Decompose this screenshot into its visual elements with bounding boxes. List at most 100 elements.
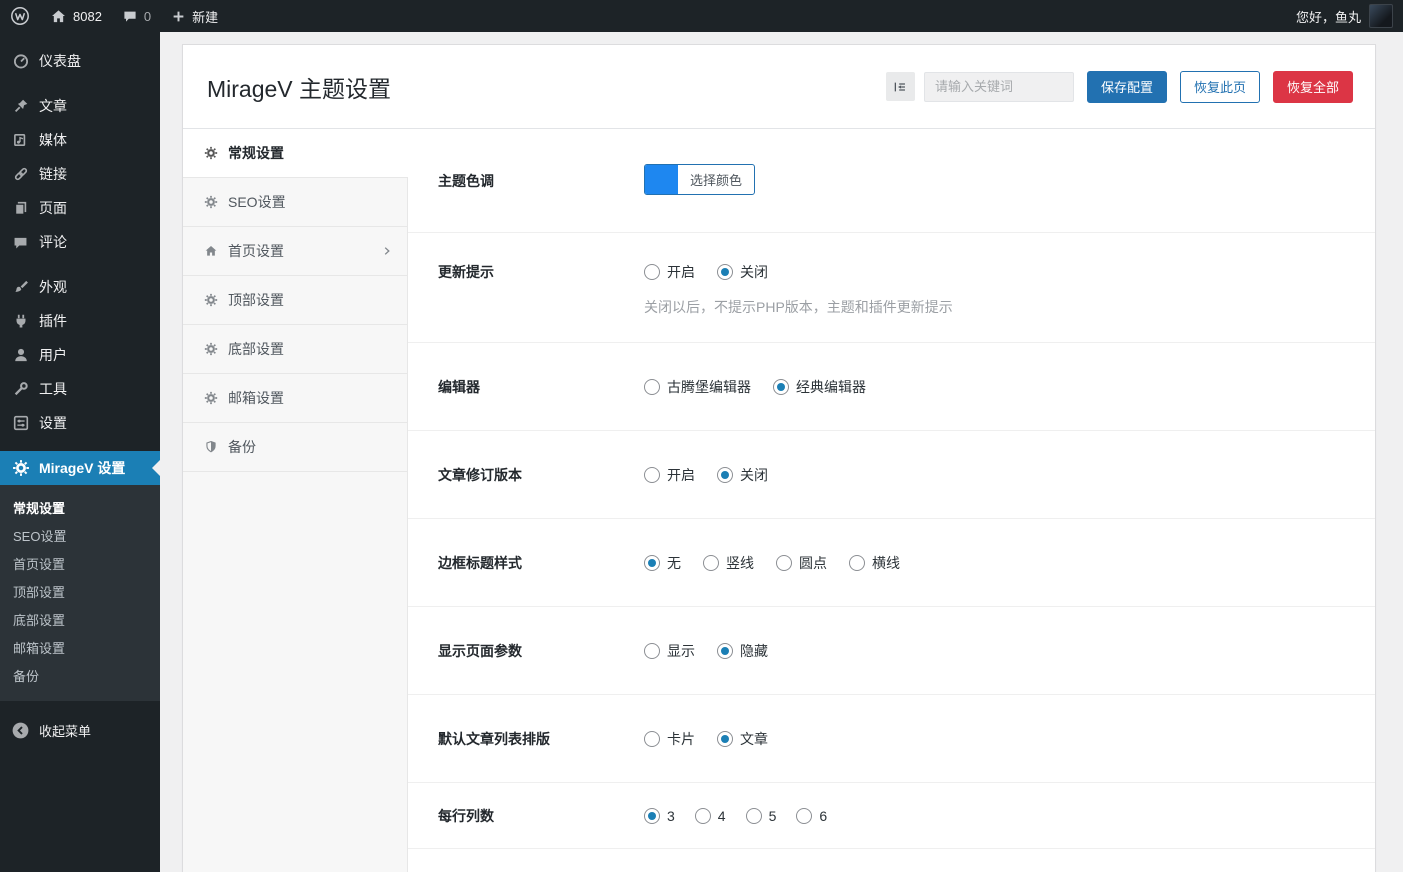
sidebar-item-links[interactable]: 链接 (0, 157, 160, 191)
radio-icon[interactable] (717, 642, 733, 659)
radio-icon[interactable] (776, 554, 792, 571)
restore-all-button[interactable]: 恢复全部 (1272, 70, 1353, 103)
search-input[interactable] (923, 71, 1074, 102)
radio-label: 横线 (872, 554, 900, 571)
radio-option[interactable]: 显示 (644, 641, 695, 661)
radio-option[interactable]: 经典编辑器 (773, 377, 866, 397)
tab-homepage[interactable]: 首页设置 (183, 227, 407, 276)
tab-general[interactable]: 常规设置 (183, 129, 408, 178)
radio-option[interactable]: 关闭 (717, 262, 768, 282)
tab-seo[interactable]: SEO设置 (183, 178, 407, 227)
radio-icon[interactable] (745, 807, 762, 824)
panel-header: MirageV 主题设置 保存配置 恢复此页 恢复全部 (183, 45, 1375, 129)
site-link[interactable]: 8082 (40, 0, 112, 32)
new-content-button[interactable]: 新建 (161, 0, 228, 32)
radio-option[interactable]: 文章 (717, 729, 768, 749)
wrench-icon (12, 380, 30, 398)
radio-option[interactable]: 横线 (849, 553, 900, 573)
radio-icon[interactable] (644, 807, 660, 824)
radio-icon[interactable] (644, 554, 660, 571)
tab-label: SEO设置 (228, 194, 286, 210)
radio-icon[interactable] (644, 378, 660, 395)
avatar[interactable] (1369, 4, 1393, 28)
settings-content: 主题色调 选择颜色 更新提示 开启 关闭 关闭以后，不提示PHP版本，主题和插件… (408, 129, 1375, 872)
submenu-item-general[interactable]: 常规设置 (0, 493, 160, 521)
radio-icon[interactable] (644, 466, 660, 483)
tab-backup[interactable]: 备份 (183, 423, 407, 472)
submenu-item-mail[interactable]: 邮箱设置 (0, 633, 160, 661)
sidebar-item-pages[interactable]: 页面 (0, 191, 160, 225)
sidebar-item-posts[interactable]: 文章 (0, 89, 160, 123)
radio-icon[interactable] (773, 378, 789, 395)
radio-option[interactable]: 关闭 (717, 465, 768, 485)
sidebar-item-comments[interactable]: 评论 (0, 225, 160, 259)
color-picker-button[interactable]: 选择颜色 (644, 164, 756, 195)
setting-row-page-params: 显示页面参数 显示 隐藏 (408, 607, 1375, 695)
radio-option[interactable]: 开启 (644, 262, 695, 282)
sidebar-item-settings[interactable]: 设置 (0, 406, 160, 440)
radio-icon[interactable] (849, 554, 865, 571)
submenu-item-backup[interactable]: 备份 (0, 661, 160, 689)
pin-icon (12, 97, 30, 115)
sidebar-item-dashboard[interactable]: 仪表盘 (0, 44, 160, 78)
radio-option[interactable]: 6 (796, 807, 827, 824)
radio-option[interactable]: 隐藏 (717, 641, 768, 661)
radio-icon[interactable] (717, 264, 733, 280)
sidebar-item-appearance[interactable]: 外观 (0, 270, 160, 304)
sidebar-item-label: 评论 (39, 234, 67, 250)
radio-option[interactable]: 无 (644, 553, 681, 573)
setting-row-post-list-layout: 默认文章列表排版 卡片 文章 (408, 695, 1375, 783)
radio-icon[interactable] (694, 807, 711, 824)
radio-option[interactable]: 开启 (644, 465, 695, 485)
radio-option[interactable]: 4 (694, 807, 726, 824)
radio-icon[interactable] (717, 466, 733, 483)
radio-option[interactable]: 卡片 (644, 729, 695, 749)
setting-label: 更新提示 (438, 264, 494, 280)
restore-page-button[interactable]: 恢复此页 (1179, 70, 1260, 103)
submenu-item-footer[interactable]: 底部设置 (0, 605, 160, 633)
radio-option[interactable]: 古腾堡编辑器 (644, 377, 751, 397)
comments-shortcut[interactable]: 0 (112, 0, 161, 32)
radio-icon[interactable] (796, 807, 813, 824)
radio-label: 隐藏 (740, 642, 768, 659)
tab-mail[interactable]: 邮箱设置 (183, 374, 407, 423)
user-greeting[interactable]: 您好，鱼丸 (1296, 7, 1361, 26)
sidebar-item-media[interactable]: 媒体 (0, 123, 160, 157)
sidebar-item-miragev-settings[interactable]: MirageV 设置 (0, 451, 160, 485)
radio-icon[interactable] (644, 264, 660, 280)
save-button[interactable]: 保存配置 (1086, 70, 1167, 103)
new-label: 新建 (192, 9, 219, 25)
sidebar-item-tools[interactable]: 工具 (0, 372, 160, 406)
radio-option[interactable]: 圆点 (776, 553, 827, 573)
admin-bar: 8082 0 新建 您好，鱼丸 (0, 0, 1403, 32)
radio-icon[interactable] (717, 730, 733, 747)
radio-option[interactable]: 竖线 (703, 553, 754, 573)
collapse-menu-button[interactable]: 收起菜单 (0, 713, 160, 747)
radio-icon[interactable] (703, 554, 719, 571)
admin-sidebar: 仪表盘 文章 媒体 链接 页面 评论 外观 插件 用户 工具 设置 Mirage… (0, 32, 160, 872)
outdent-icon[interactable] (885, 72, 915, 101)
sidebar-item-users[interactable]: 用户 (0, 338, 160, 372)
sidebar-item-label: 文章 (39, 98, 67, 114)
submenu-item-seo[interactable]: SEO设置 (0, 521, 160, 549)
radio-label: 古腾堡编辑器 (667, 378, 751, 395)
radio-icon[interactable] (644, 642, 660, 659)
gear-icon (204, 391, 219, 405)
tab-footer[interactable]: 底部设置 (183, 325, 407, 374)
submenu-item-homepage[interactable]: 首页设置 (0, 549, 160, 577)
setting-row-border-title-style: 边框标题样式 无 竖线 圆点 横线 (408, 519, 1375, 607)
gear-icon (204, 195, 219, 209)
radio-option[interactable]: 5 (745, 807, 776, 824)
home-icon (204, 244, 219, 258)
wordpress-menu[interactable] (0, 0, 40, 32)
radio-icon[interactable] (644, 730, 660, 747)
sidebar-item-plugins[interactable]: 插件 (0, 304, 160, 338)
tab-header[interactable]: 顶部设置 (183, 276, 407, 325)
radio-label: 关闭 (740, 466, 768, 483)
tab-label: 备份 (228, 439, 256, 455)
site-name: 8082 (73, 8, 102, 24)
radio-label: 竖线 (726, 554, 754, 571)
radio-option[interactable]: 3 (644, 807, 675, 824)
setting-row-editor: 编辑器 古腾堡编辑器 经典编辑器 (408, 343, 1375, 431)
submenu-item-header[interactable]: 顶部设置 (0, 577, 160, 605)
